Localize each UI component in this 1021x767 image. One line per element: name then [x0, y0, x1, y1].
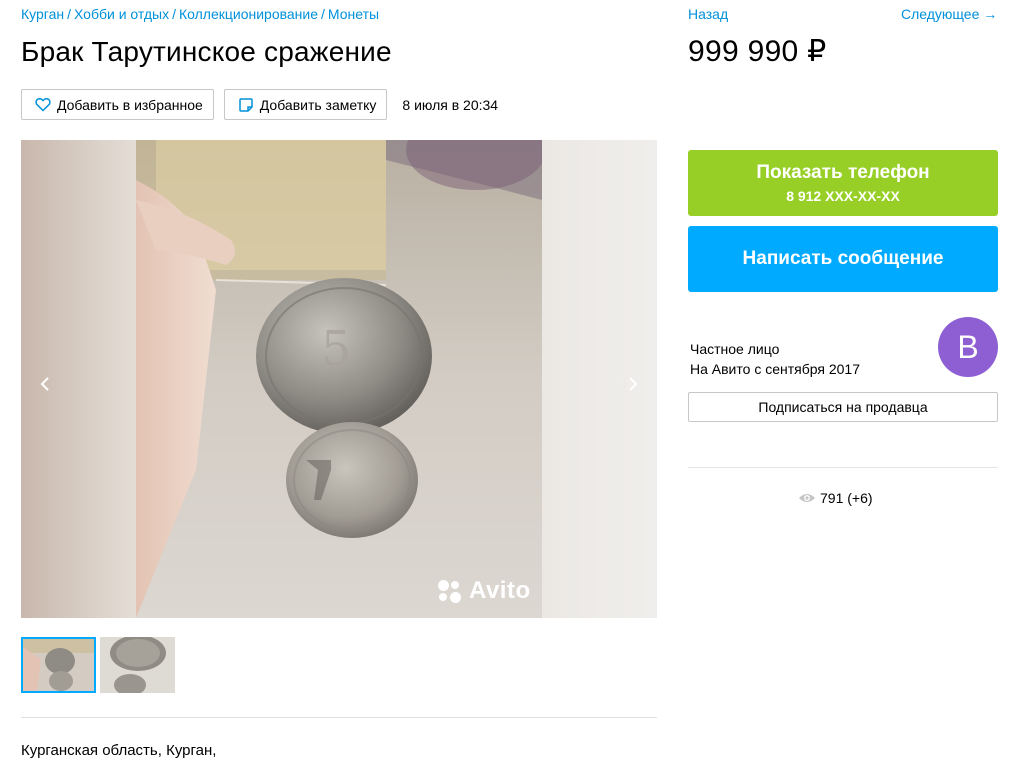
breadcrumb: Курган / Хобби и отдых / Коллекционирование /… — [21, 6, 379, 22]
divider — [688, 467, 998, 468]
seller-info: Частное лицо На Авито с сентября 2017 — [690, 339, 860, 379]
avito-watermark-text: Avito — [469, 577, 531, 604]
thumbnail[interactable] — [100, 637, 175, 693]
avito-watermark: Avito — [436, 577, 531, 605]
note-icon — [237, 96, 255, 114]
masked-phone-number: 8 912 XXX-XX-XX — [786, 188, 900, 204]
thumbnail[interactable] — [21, 637, 96, 693]
subscribe-seller-button[interactable]: Подписаться на продавца — [688, 392, 998, 422]
listing-price: 999 990 ₽ — [688, 35, 827, 68]
view-counter: 791 (+6) — [798, 490, 873, 506]
seller-type: Частное лицо — [690, 341, 780, 357]
divider — [21, 717, 657, 718]
listing-title: Брак Тарутинское сражение — [21, 36, 392, 67]
listing-date: 8 июля в 20:34 — [402, 96, 499, 113]
breadcrumb-link-city[interactable]: Курган — [21, 6, 64, 22]
listing-actions: Добавить в избранное Добавить заметку 8 … — [21, 89, 498, 120]
add-note-button[interactable]: Добавить заметку — [223, 89, 388, 120]
nav-next-link[interactable]: Следующее → — [901, 6, 997, 22]
show-phone-label: Показать телефон — [756, 162, 930, 183]
breadcrumb-separator: / — [172, 6, 176, 22]
seller-since: На Авито с сентября 2017 — [690, 361, 860, 377]
eye-icon — [798, 492, 816, 504]
gallery-next-arrow[interactable] — [623, 372, 643, 396]
avito-logo-icon — [436, 578, 464, 604]
breadcrumb-link-coins[interactable]: Монеты — [328, 6, 379, 22]
add-to-favorites-button[interactable]: Добавить в избранное — [21, 89, 214, 120]
view-count: 791 (+6) — [820, 490, 873, 506]
breadcrumb-separator: / — [321, 6, 325, 22]
write-message-button[interactable]: Написать сообщение — [688, 226, 998, 292]
add-to-favorites-label: Добавить в избранное — [57, 96, 203, 113]
write-message-label: Написать сообщение — [742, 248, 944, 269]
subscribe-seller-label: Подписаться на продавца — [758, 399, 928, 415]
breadcrumb-separator: / — [67, 6, 71, 22]
show-phone-button[interactable]: Показать телефон 8 912 XXX-XX-XX — [688, 150, 998, 216]
photo-gallery[interactable]: 5 Avito — [21, 140, 657, 618]
main-photo: 5 — [136, 140, 542, 618]
nav-back-link[interactable]: Назад — [688, 6, 728, 22]
listing-address: Курганская область, Курган, — [21, 742, 217, 759]
gallery-prev-arrow[interactable] — [35, 372, 55, 396]
seller-avatar[interactable]: B — [938, 317, 998, 377]
thumbnail-strip — [21, 637, 179, 693]
breadcrumb-link-hobby[interactable]: Хобби и отдых — [74, 6, 169, 22]
add-note-label: Добавить заметку — [259, 96, 377, 113]
svg-text:5: 5 — [321, 321, 352, 377]
heart-icon — [34, 96, 52, 114]
breadcrumb-link-collecting[interactable]: Коллекционирование — [179, 6, 318, 22]
